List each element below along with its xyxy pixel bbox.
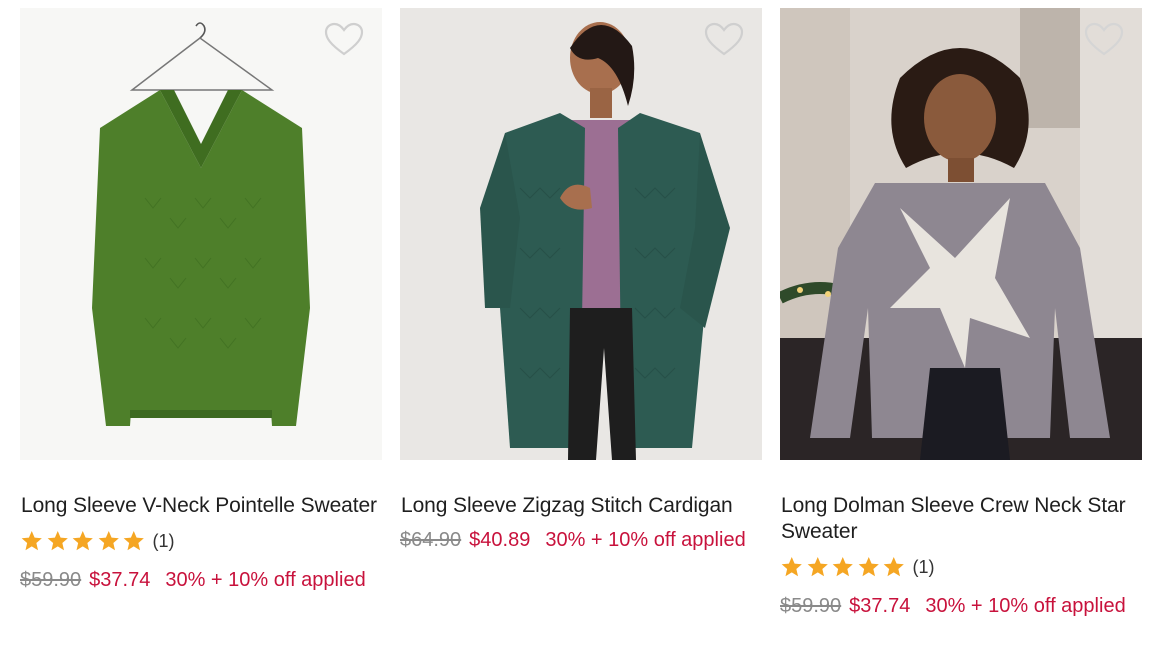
wishlist-heart-icon[interactable] — [1084, 22, 1124, 58]
star-icon — [807, 557, 828, 577]
green-sweater-photo — [20, 8, 382, 460]
star-rating — [780, 556, 906, 578]
product-title[interactable]: Long Dolman Sleeve Crew Neck Star Sweate… — [780, 493, 1142, 545]
star-icon — [883, 557, 904, 577]
product-image[interactable] — [780, 8, 1142, 460]
product-image[interactable] — [400, 8, 762, 460]
product-grid: Long Sleeve V-Neck Pointelle Sweater (1)… — [20, 8, 1142, 618]
cardigan-model-photo — [400, 8, 762, 460]
promo-text: 30% + 10% off applied — [545, 529, 746, 551]
star-icon — [781, 557, 802, 577]
star-icon — [832, 557, 853, 577]
original-price: $59.90 — [20, 569, 82, 591]
star-rating — [20, 530, 146, 552]
product-title[interactable]: Long Sleeve Zigzag Stitch Cardigan — [400, 493, 762, 519]
sale-price: $37.74 — [89, 569, 151, 591]
star-icon — [858, 557, 879, 577]
star-icon — [98, 531, 119, 551]
price-row: $59.90 $37.74 30% + 10% off applied — [780, 595, 1142, 618]
promo-text: 30% + 10% off applied — [925, 595, 1126, 617]
product-title[interactable]: Long Sleeve V-Neck Pointelle Sweater — [20, 493, 382, 519]
star-icon — [21, 531, 42, 551]
review-count[interactable]: (1) — [153, 531, 175, 552]
review-count[interactable]: (1) — [913, 557, 935, 578]
sale-price: $37.74 — [849, 595, 911, 617]
price-row: $59.90 $37.74 30% + 10% off applied — [20, 569, 382, 592]
product-image[interactable] — [20, 8, 382, 460]
product-card[interactable]: Long Dolman Sleeve Crew Neck Star Sweate… — [780, 8, 1142, 618]
price-row: $64.90 $40.89 30% + 10% off applied — [400, 529, 762, 552]
product-rating[interactable]: (1) — [780, 554, 1142, 580]
star-icon — [72, 531, 93, 551]
star-sweater-model-photo — [780, 8, 1142, 460]
sale-price: $40.89 — [469, 529, 531, 551]
product-card[interactable]: Long Sleeve V-Neck Pointelle Sweater (1)… — [20, 8, 382, 618]
promo-text: 30% + 10% off applied — [165, 569, 366, 591]
product-card[interactable]: Long Sleeve Zigzag Stitch Cardigan $64.9… — [400, 8, 762, 618]
wishlist-heart-icon[interactable] — [704, 22, 744, 58]
product-rating[interactable]: (1) — [20, 528, 382, 554]
wishlist-heart-icon[interactable] — [324, 22, 364, 58]
original-price: $59.90 — [780, 595, 842, 617]
original-price: $64.90 — [400, 529, 462, 551]
star-icon — [123, 531, 144, 551]
star-icon — [47, 531, 68, 551]
